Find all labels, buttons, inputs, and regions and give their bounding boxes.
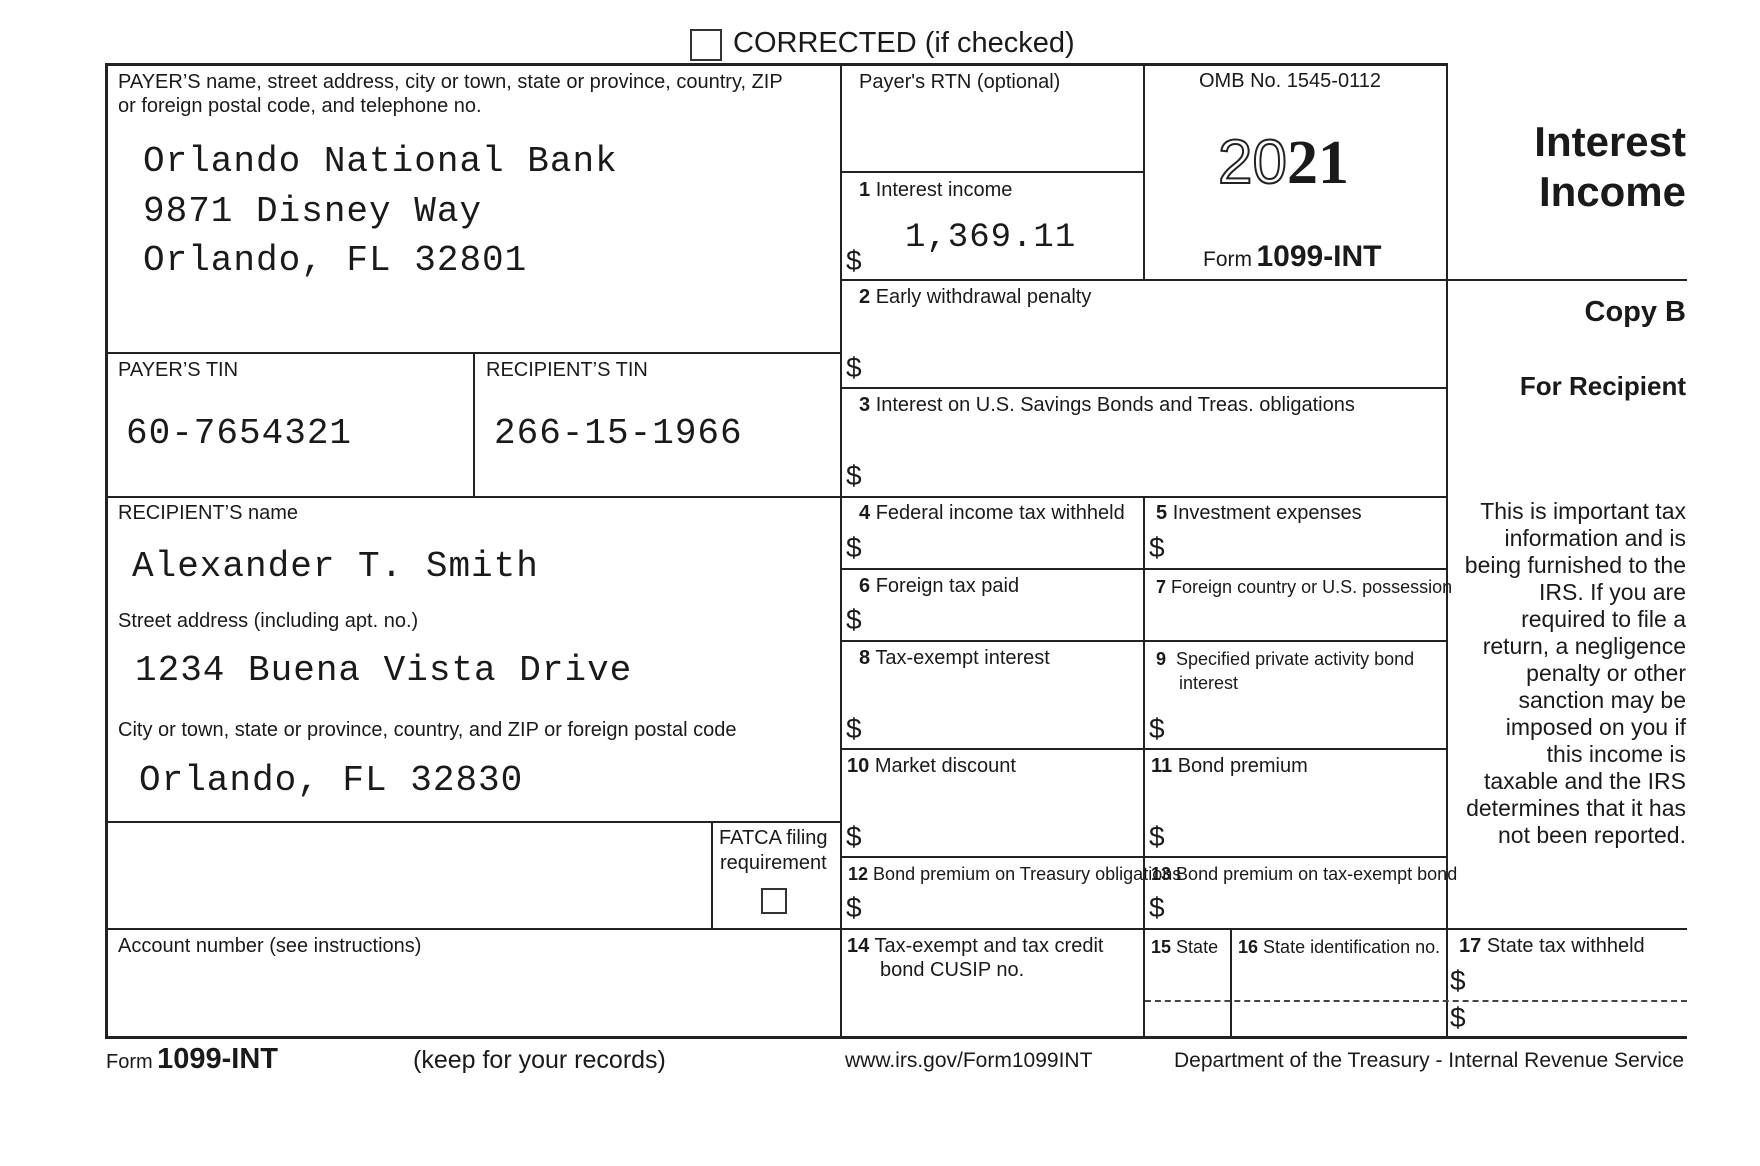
divider-recipient-top xyxy=(106,496,841,498)
payer-tin-label: PAYER’S TIN xyxy=(118,359,239,381)
footer-form-name: Form 1099-INT xyxy=(106,1043,279,1075)
box6-dollar: $ xyxy=(846,604,862,635)
tax-year-outline: 20 xyxy=(1217,127,1288,198)
box9-label-line1: 9 Specified private activity bond xyxy=(1156,649,1415,669)
box14-label-line1: 14 Tax-exempt and tax credit xyxy=(847,935,1104,957)
for-recipient-label: For Recipient xyxy=(1519,371,1686,401)
divider-box16 xyxy=(1230,928,1232,1036)
box9-label-line2: interest xyxy=(1179,673,1239,693)
recipient-name: Alexander T. Smith xyxy=(132,546,539,587)
divider-payer-boxes xyxy=(840,64,842,1037)
box11-dollar: $ xyxy=(1149,821,1165,852)
divider-fatca-top xyxy=(106,821,841,823)
recipient-street: 1234 Buena Vista Drive xyxy=(135,650,633,691)
recipient-street-label: Street address (including apt. no.) xyxy=(118,610,419,632)
box17-label: 17 State tax withheld xyxy=(1459,935,1645,957)
title-line2: Income xyxy=(1538,168,1686,215)
tax-year-bold: 21 xyxy=(1286,129,1349,197)
payer-tin: 60-7654321 xyxy=(126,413,353,454)
box12-dollar: $ xyxy=(846,892,862,923)
payer-label-line1: PAYER’S name, street address, city or to… xyxy=(118,71,783,93)
box17-dollar-1: $ xyxy=(1450,965,1466,996)
box10-label: 10 Market discount xyxy=(847,755,1016,777)
box5-dollar: $ xyxy=(1149,532,1165,563)
box4-dollar: $ xyxy=(846,532,862,563)
box10-dollar: $ xyxy=(846,821,862,852)
box17-dollar-2: $ xyxy=(1450,1002,1466,1033)
box16-label: 16 State identification no. xyxy=(1238,937,1441,957)
divider-right-column xyxy=(1446,64,1448,1037)
box2-dollar: $ xyxy=(846,352,862,383)
box9-dollar: $ xyxy=(1149,713,1165,744)
payer-name: Orlando National Bank xyxy=(143,141,618,182)
footer-url[interactable]: www.irs.gov/Form1099INT xyxy=(845,1049,1092,1073)
box1-label: 1 Interest income xyxy=(859,179,1013,201)
payer-street: 9871 Disney Way xyxy=(143,191,483,232)
recipient-city-label: City or town, state or province, country… xyxy=(118,719,737,741)
box12-label: 12 Bond premium on Treasury obligations xyxy=(848,864,1182,884)
box1-value: 1,369.11 xyxy=(905,219,1077,257)
payer-city: Orlando, FL 32801 xyxy=(143,240,528,281)
box3-dollar: $ xyxy=(846,460,862,491)
box14-label-line2: bond CUSIP no. xyxy=(880,959,1025,981)
box7-label: 7 Foreign country or U.S. possession xyxy=(1156,577,1453,597)
divider-box15 xyxy=(1143,928,1145,1036)
title-line1: Interest xyxy=(1534,118,1686,165)
box4-label: 4 Federal income tax withheld xyxy=(859,502,1125,524)
box2-label: 2 Early withdrawal penalty xyxy=(859,286,1092,308)
box5-label: 5 Investment expenses xyxy=(1156,502,1362,524)
divider-box12-top xyxy=(841,856,1447,858)
fatca-checkbox[interactable] xyxy=(761,888,787,914)
fatca-label-line2: requirement xyxy=(720,852,827,874)
notice-text: This is important tax information and is… xyxy=(1464,498,1686,848)
account-label: Account number (see instructions) xyxy=(118,935,422,957)
divider-box2-top xyxy=(841,279,1447,281)
box11-label: 11 Bond premium xyxy=(1151,755,1308,777)
form-bottom-border xyxy=(105,1036,1687,1039)
corrected-checkbox[interactable] xyxy=(690,29,722,61)
divider-box6-top xyxy=(841,568,1447,570)
footer-keep: (keep for your records) xyxy=(413,1046,666,1074)
rtn-label: Payer's RTN (optional) xyxy=(859,71,1061,93)
fatca-label-line1: FATCA filing xyxy=(719,827,828,849)
box1-dollar: $ xyxy=(846,245,862,276)
payer-label-line2: or foreign postal code, and telephone no… xyxy=(118,95,482,117)
box13-dollar: $ xyxy=(1149,892,1165,923)
divider-box10-top xyxy=(841,748,1447,750)
box15-label: 15 State xyxy=(1151,937,1219,957)
divider-title-bottom xyxy=(1447,279,1687,281)
divider-rtn-bottom xyxy=(841,171,1144,173)
form-left-border xyxy=(105,63,108,1037)
tax-year: 2021 xyxy=(1217,127,1349,198)
copy-label: Copy B xyxy=(1584,296,1687,328)
divider-fatca xyxy=(711,821,713,929)
recipient-city: Orlando, FL 32830 xyxy=(139,760,524,801)
divider-box3-top xyxy=(841,387,1447,389)
divider-box8-top xyxy=(841,640,1447,642)
box6-label: 6 Foreign tax paid xyxy=(859,575,1020,597)
box13-label: 13 Bond premium on tax-exempt bond xyxy=(1151,864,1458,884)
state-row-divider xyxy=(1145,1000,1687,1002)
box8-dollar: $ xyxy=(846,713,862,744)
recipient-name-label: RECIPIENT’S name xyxy=(118,502,299,524)
omb-label: OMB No. 1545-0112 xyxy=(1199,70,1381,92)
omb-form-name: Form 1099-INT xyxy=(1203,240,1382,273)
recipient-tin-label: RECIPIENT’S TIN xyxy=(486,359,648,381)
recipient-tin: 266-15-1966 xyxy=(494,413,743,454)
box3-label: 3 Interest on U.S. Savings Bonds and Tre… xyxy=(859,394,1355,416)
corrected-label: CORRECTED (if checked) xyxy=(733,27,1075,59)
box8-label: 8 Tax-exempt interest xyxy=(859,647,1050,669)
footer-dept: Department of the Treasury - Internal Re… xyxy=(1174,1049,1685,1072)
divider-tin xyxy=(473,352,475,496)
form-top-border xyxy=(106,63,1448,66)
divider-account-top xyxy=(106,928,1687,930)
